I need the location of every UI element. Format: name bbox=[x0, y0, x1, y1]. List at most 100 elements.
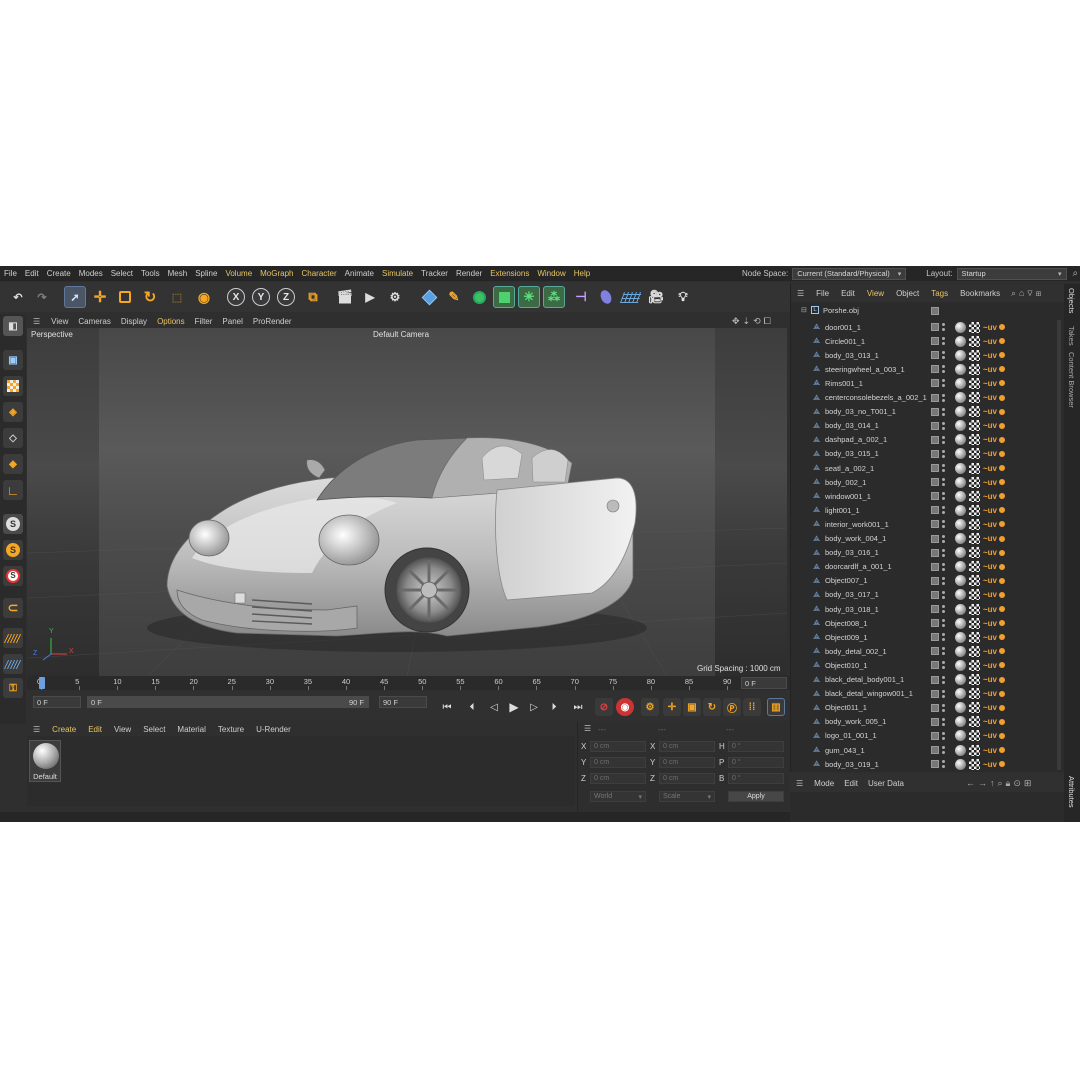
selection-tag-icon[interactable] bbox=[999, 732, 1005, 739]
visibility-check[interactable] bbox=[931, 421, 939, 430]
texture-tag-icon[interactable] bbox=[969, 659, 980, 671]
pos-x-field[interactable]: 0 cm bbox=[590, 741, 646, 752]
visibility-dots[interactable] bbox=[942, 646, 945, 656]
coord-mode-dropdown[interactable]: Scale ▾ bbox=[659, 791, 715, 802]
object-row[interactable]: ⟁ body_03_019_1 ~uv bbox=[797, 757, 1059, 771]
visibility-check[interactable] bbox=[931, 379, 939, 388]
object-row[interactable]: ⟁ body_03_no_T001_1 ~uv bbox=[797, 405, 1059, 419]
visibility-check[interactable] bbox=[931, 605, 939, 613]
live-select-icon[interactable]: ◉ bbox=[193, 286, 215, 308]
undo-icon[interactable]: ↶ bbox=[7, 286, 29, 308]
object-row[interactable]: ⟁ door001_1 ~uv bbox=[797, 320, 1059, 334]
hamburger-icon[interactable]: ☰ bbox=[27, 725, 46, 734]
texture-tag-icon[interactable] bbox=[969, 744, 980, 756]
selection-tag-icon[interactable] bbox=[999, 676, 1005, 683]
uvw-tag-icon[interactable]: ~uv bbox=[983, 548, 997, 557]
selection-tag-icon[interactable] bbox=[999, 436, 1005, 443]
visibility-dots[interactable] bbox=[942, 759, 945, 769]
visibility-dots[interactable] bbox=[942, 731, 945, 741]
uvw-tag-icon[interactable]: ~uv bbox=[983, 379, 997, 388]
selection-tag-icon[interactable] bbox=[999, 450, 1005, 457]
previous-key-icon[interactable]: ⏴ bbox=[464, 699, 480, 715]
visibility-dots[interactable] bbox=[942, 393, 945, 403]
object-list-scrollbar[interactable] bbox=[1057, 320, 1061, 770]
object-menu-file[interactable]: File bbox=[810, 289, 835, 298]
selection-tag-icon[interactable] bbox=[999, 549, 1005, 556]
x-axis-button[interactable]: X bbox=[227, 288, 245, 306]
visibility-check[interactable] bbox=[931, 492, 939, 501]
texture-tag-icon[interactable] bbox=[969, 321, 980, 333]
texture-tag-icon[interactable] bbox=[969, 702, 980, 714]
texture-tag-icon[interactable] bbox=[969, 603, 980, 615]
collapse-icon[interactable]: ⊟ bbox=[801, 306, 807, 314]
material-tag-icon[interactable] bbox=[955, 533, 966, 544]
texture-tag-icon[interactable] bbox=[969, 575, 980, 587]
material-tag-icon[interactable] bbox=[955, 434, 966, 446]
recent-tool-icon[interactable]: ⬚ bbox=[166, 286, 188, 308]
visibility-check[interactable] bbox=[931, 435, 939, 444]
visibility-dots[interactable] bbox=[942, 548, 945, 558]
key-rotation-icon[interactable]: ↻ bbox=[703, 698, 721, 716]
selection-tag-icon[interactable] bbox=[999, 422, 1005, 429]
material-tag-icon[interactable] bbox=[955, 575, 966, 587]
uvw-tag-icon[interactable]: ~uv bbox=[983, 520, 997, 529]
grid-icon[interactable] bbox=[3, 654, 23, 674]
material-tag-icon[interactable] bbox=[955, 730, 966, 742]
object-menu-edit[interactable]: Edit bbox=[835, 289, 861, 298]
object-row[interactable]: ⟁ body_detal_002_1 ~uv bbox=[797, 644, 1059, 658]
viewport-menu-prorender[interactable]: ProRender bbox=[248, 317, 297, 326]
hamburger-icon[interactable]: ☰ bbox=[584, 724, 591, 733]
size-z-field[interactable]: 0 cm bbox=[659, 773, 715, 784]
visibility-dots[interactable] bbox=[942, 632, 945, 642]
material-tag-icon[interactable] bbox=[955, 688, 966, 700]
viewport-menu-display[interactable]: Display bbox=[116, 317, 152, 326]
selection-tag-icon[interactable] bbox=[999, 690, 1005, 697]
visibility-dots[interactable] bbox=[942, 689, 945, 699]
object-manager-tool-icons[interactable]: ⌕⌂⊽⊞ bbox=[1011, 288, 1044, 299]
object-row[interactable]: ⟁ centerconsolebezels_a_002_1 ~uv bbox=[797, 391, 1059, 405]
menu-animate[interactable]: Animate bbox=[341, 269, 378, 278]
y-axis-button[interactable]: Y bbox=[252, 288, 270, 306]
material-menu-create[interactable]: Create bbox=[46, 725, 82, 734]
move-icon[interactable]: ✛ bbox=[89, 286, 111, 308]
scale-icon[interactable] bbox=[114, 286, 136, 308]
material-tag-icon[interactable] bbox=[955, 561, 966, 573]
uvw-tag-icon[interactable]: ~uv bbox=[983, 365, 997, 374]
texture-tag-icon[interactable] bbox=[969, 547, 980, 559]
material-tag-icon[interactable] bbox=[955, 589, 966, 601]
texture-tag-icon[interactable] bbox=[969, 335, 980, 347]
visibility-dots[interactable] bbox=[942, 364, 945, 374]
selection-tag-icon[interactable] bbox=[999, 718, 1005, 725]
selection-tag-icon[interactable] bbox=[999, 704, 1005, 711]
menu-simulate[interactable]: Simulate bbox=[378, 269, 417, 278]
light-icon[interactable]: 💡︎ bbox=[672, 286, 694, 308]
selection-tag-icon[interactable] bbox=[999, 507, 1005, 514]
floor-icon[interactable] bbox=[619, 286, 643, 308]
visibility-check[interactable] bbox=[931, 760, 939, 769]
next-key-icon[interactable]: ⏵ bbox=[546, 699, 562, 715]
selection-tag-icon[interactable] bbox=[999, 761, 1005, 768]
material-tag-icon[interactable] bbox=[955, 504, 966, 516]
current-frame-field[interactable]: 0 F bbox=[741, 677, 787, 689]
object-row[interactable]: ⟁ interior_work001_1 ~uv bbox=[797, 517, 1059, 531]
viewport-menu-cameras[interactable]: Cameras bbox=[73, 317, 115, 326]
visibility-dots[interactable] bbox=[942, 477, 945, 487]
selection-tag-icon[interactable] bbox=[999, 606, 1005, 612]
texture-tag-icon[interactable] bbox=[969, 462, 980, 474]
start-frame-field[interactable]: 0 F bbox=[33, 696, 81, 708]
visibility-dots[interactable] bbox=[942, 675, 945, 685]
object-menu-object[interactable]: Object bbox=[890, 289, 925, 298]
material-tag-icon[interactable] bbox=[955, 716, 966, 728]
attribute-menu-userdata[interactable]: User Data bbox=[863, 779, 909, 788]
visibility-check[interactable] bbox=[931, 675, 939, 684]
go-to-start-icon[interactable]: ⏮ bbox=[439, 699, 455, 715]
edges-mode-icon[interactable]: ◇ bbox=[3, 428, 23, 448]
object-row[interactable]: ⟁ body_03_018_1 ~uv bbox=[797, 602, 1059, 616]
material-tag-icon[interactable] bbox=[955, 702, 966, 714]
object-row[interactable]: ⟁ Rims001_1 ~uv bbox=[797, 376, 1059, 390]
mograph-effector-icon[interactable]: ⁂ bbox=[543, 286, 565, 308]
visibility-dots[interactable] bbox=[942, 562, 945, 572]
material-tag-icon[interactable] bbox=[955, 363, 966, 375]
next-frame-icon[interactable]: ▷ bbox=[526, 699, 542, 715]
key-parameter-icon[interactable]: Ⓟ bbox=[723, 698, 741, 716]
